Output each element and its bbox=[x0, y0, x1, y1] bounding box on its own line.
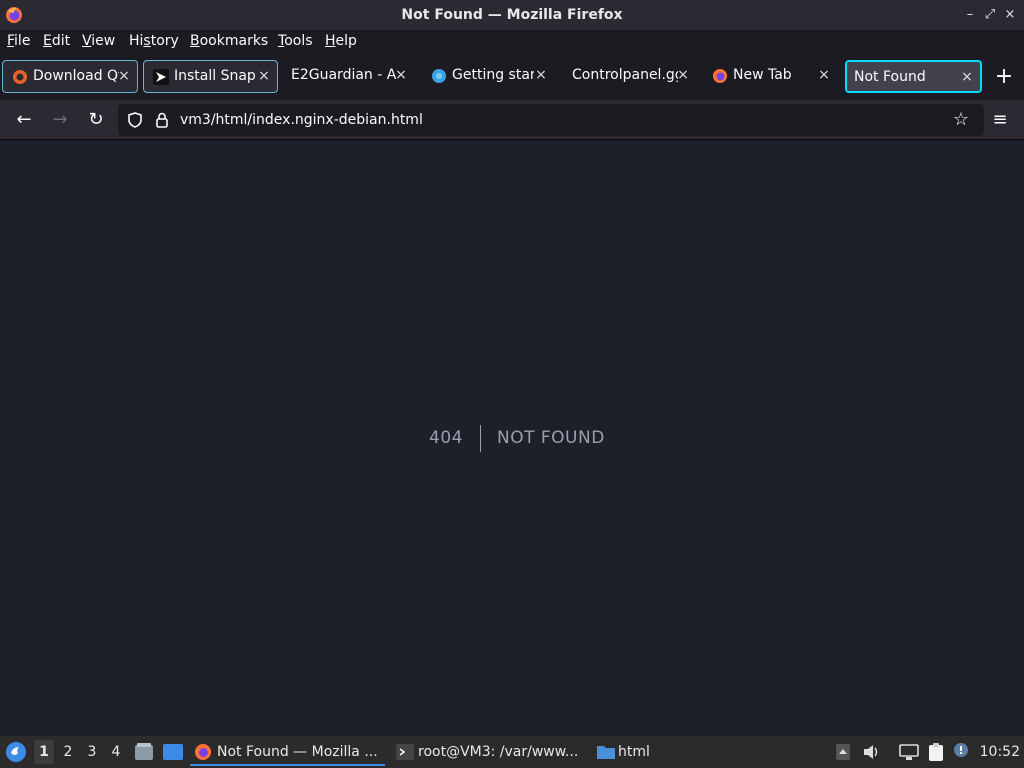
navigation-toolbar: ← → ↻ ☆ ≡ bbox=[0, 100, 1024, 140]
menu-file[interactable]: File bbox=[7, 30, 30, 54]
tab-label: E2Guardian - Ar bbox=[291, 67, 397, 83]
bookmark-star-icon[interactable]: ☆ bbox=[947, 106, 975, 134]
tab-close-icon[interactable]: × bbox=[817, 68, 831, 82]
tab-close-icon[interactable]: × bbox=[117, 69, 131, 83]
tab-label: Install Snap bbox=[174, 68, 256, 84]
taskbar-item-firefox[interactable]: Not Found — Mozilla ... bbox=[190, 738, 385, 766]
tab-close-icon[interactable]: × bbox=[676, 68, 690, 82]
new-tab-button[interactable]: + bbox=[990, 63, 1018, 91]
tab-new-tab[interactable]: New Tab × bbox=[703, 60, 837, 93]
taskbar-item-folder[interactable]: html bbox=[594, 738, 674, 766]
start-menu-icon[interactable] bbox=[5, 741, 27, 763]
tab-label: Getting start bbox=[452, 67, 534, 83]
tab-label: New Tab bbox=[733, 67, 792, 83]
tab-label: Not Found bbox=[854, 69, 926, 85]
terminal-icon bbox=[396, 744, 414, 760]
taskbar: 1 2 3 4 Not Found — Mozilla ... root@VM3… bbox=[0, 736, 1024, 768]
tab-not-found[interactable]: Not Found × bbox=[845, 60, 982, 93]
tab-close-icon[interactable]: × bbox=[960, 70, 974, 84]
forward-button[interactable]: → bbox=[46, 106, 74, 134]
menu-help[interactable]: Help bbox=[325, 30, 357, 54]
tray-arrow-icon[interactable] bbox=[835, 743, 851, 761]
volume-icon[interactable] bbox=[862, 743, 882, 761]
app-menu-button[interactable]: ≡ bbox=[986, 106, 1014, 134]
error-divider bbox=[480, 425, 481, 452]
lock-icon[interactable] bbox=[153, 111, 171, 129]
tab-install-snap[interactable]: Install Snap × bbox=[143, 60, 278, 93]
tab-close-icon[interactable]: × bbox=[534, 68, 548, 82]
workspace-1[interactable]: 1 bbox=[34, 740, 54, 764]
url-input[interactable] bbox=[180, 104, 920, 136]
taskbar-item-label: root@VM3: /var/www... bbox=[418, 744, 579, 760]
taskbar-item-label: html bbox=[618, 744, 650, 760]
folder-icon bbox=[597, 746, 615, 759]
taskbar-item-terminal[interactable]: root@VM3: /var/www... bbox=[392, 738, 587, 766]
error-code: 404 bbox=[429, 428, 463, 448]
window-titlebar: Not Found — Mozilla Firefox – ⤢ × bbox=[0, 0, 1024, 30]
tab-download-qt[interactable]: Download Qt × bbox=[2, 60, 138, 93]
error-message: NOT FOUND bbox=[497, 428, 605, 448]
show-desktop-icon[interactable] bbox=[162, 742, 184, 762]
close-window-button[interactable]: × bbox=[1002, 7, 1018, 23]
network-icon[interactable] bbox=[899, 743, 919, 761]
clipboard-icon[interactable] bbox=[926, 742, 946, 762]
menu-bookmarks[interactable]: Bookmarks bbox=[190, 30, 268, 54]
back-button[interactable]: ← bbox=[10, 106, 38, 134]
reload-button[interactable]: ↻ bbox=[82, 106, 110, 134]
taskbar-item-label: Not Found — Mozilla ... bbox=[217, 744, 378, 760]
restore-button[interactable]: ⤢ bbox=[982, 7, 998, 23]
tab-controlpanel[interactable]: Controlpanel.gg × bbox=[562, 60, 696, 93]
clock[interactable]: 10:52 bbox=[980, 736, 1020, 768]
qt-favicon-icon bbox=[13, 70, 27, 84]
updates-icon[interactable] bbox=[952, 742, 972, 762]
minimize-button[interactable]: – bbox=[962, 7, 978, 23]
url-bar[interactable]: ☆ bbox=[118, 104, 984, 136]
workspace-4[interactable]: 4 bbox=[106, 740, 126, 764]
menu-bar: File Edit View History Bookmarks Tools H… bbox=[0, 30, 1024, 54]
menu-tools[interactable]: Tools bbox=[278, 30, 313, 54]
page-content: 404 NOT FOUND bbox=[0, 141, 1024, 736]
file-manager-launcher-icon[interactable] bbox=[134, 742, 154, 762]
firefox-icon bbox=[195, 744, 211, 760]
tab-getting-started[interactable]: Getting start × bbox=[422, 60, 554, 93]
menu-view[interactable]: View bbox=[82, 30, 115, 54]
workspace-2[interactable]: 2 bbox=[58, 740, 78, 764]
tab-close-icon[interactable]: × bbox=[394, 68, 408, 82]
firefox-favicon-icon bbox=[713, 69, 727, 83]
shield-icon[interactable] bbox=[126, 111, 144, 129]
tab-label: Controlpanel.gg bbox=[572, 67, 678, 83]
snapcraft-favicon-icon bbox=[153, 69, 169, 85]
tab-e2guardian[interactable]: E2Guardian - Ar × bbox=[282, 60, 414, 93]
workspace-3[interactable]: 3 bbox=[82, 740, 102, 764]
window-title: Not Found — Mozilla Firefox bbox=[401, 7, 623, 23]
tab-strip: Download Qt × Install Snap × E2Guardian … bbox=[0, 54, 1024, 100]
menu-history[interactable]: History bbox=[129, 30, 179, 54]
tab-close-icon[interactable]: × bbox=[257, 69, 271, 83]
tab-label: Download Qt bbox=[33, 68, 119, 84]
menu-edit[interactable]: Edit bbox=[43, 30, 70, 54]
globe-favicon-icon bbox=[432, 69, 446, 83]
